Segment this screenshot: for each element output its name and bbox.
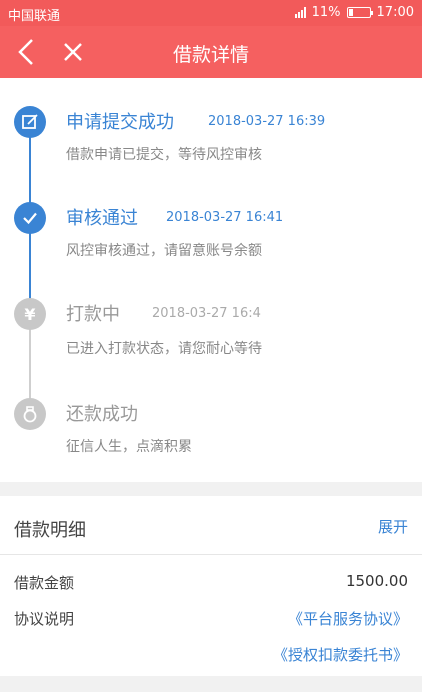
step-title: 还款成功 xyxy=(66,404,138,425)
amount-value: 1500.00 xyxy=(345,572,408,590)
timeline-step: 申请提交成功 2018-03-27 16:39 借款申请已提交，等待风控审核 xyxy=(0,92,422,182)
step-title: 审核通过 xyxy=(66,208,138,229)
step-desc: 借款申请已提交，等待风控审核 xyxy=(66,147,262,163)
signal-icon xyxy=(294,7,306,18)
progress-timeline: 申请提交成功 2018-03-27 16:39 借款申请已提交，等待风控审核 审… xyxy=(0,78,422,482)
status-bar: 中国联通 11% 17:00 xyxy=(0,0,422,26)
timeline-step: 还款成功 征信人生，点滴积累 xyxy=(0,384,422,474)
agreement-label: 协议说明 xyxy=(14,610,75,628)
timeline-step: 审核通过 2018-03-27 16:41 风控审核通过，请留意账号余额 xyxy=(0,190,422,280)
divider xyxy=(0,554,422,555)
amount-label: 借款金额 xyxy=(14,574,75,592)
page-title: 借款详情 xyxy=(172,44,249,66)
step-desc: 征信人生，点滴积累 xyxy=(66,439,192,455)
battery-percent: 11% xyxy=(311,5,341,20)
yuan-icon: ¥ xyxy=(14,298,46,330)
money-bag-icon xyxy=(14,398,46,430)
details-heading: 借款明细 xyxy=(14,520,86,541)
carrier-label: 中国联通 xyxy=(8,9,61,24)
clock: 17:00 xyxy=(376,5,414,20)
bottom-spacer xyxy=(0,676,422,692)
service-agreement-link[interactable]: 《平台服务协议》 xyxy=(288,608,408,629)
debit-authorization-link[interactable]: 《授权扣款委托书》 xyxy=(273,644,408,665)
expand-link[interactable]: 展开 xyxy=(378,516,408,537)
battery-icon xyxy=(346,7,373,18)
step-desc: 风控审核通过，请留意账号余额 xyxy=(66,243,262,259)
title-bar: 借款详情 xyxy=(0,26,422,78)
step-time: 2018-03-27 16:39 xyxy=(208,114,326,129)
step-title: 申请提交成功 xyxy=(66,112,174,133)
step-title: 打款中 xyxy=(66,304,120,325)
step-time: 2018-03-27 16:41 xyxy=(166,210,284,225)
edit-icon xyxy=(14,106,46,138)
status-icons: 11% 17:00 xyxy=(294,5,414,20)
step-time: 2018-03-27 16:4 xyxy=(152,306,261,321)
timeline-step: ¥ 打款中 2018-03-27 16:4 已进入打款状态，请您耐心等待 xyxy=(0,286,422,376)
step-desc: 已进入打款状态，请您耐心等待 xyxy=(66,341,262,357)
check-icon xyxy=(14,202,46,234)
loan-details-card: 借款明细 展开 借款金额 1500.00 协议说明 《平台服务协议》 《授权扣款… xyxy=(0,496,422,676)
